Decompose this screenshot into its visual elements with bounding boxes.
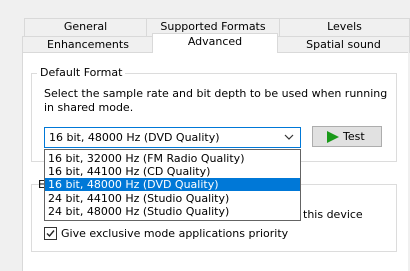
tab-levels[interactable]: Levels (279, 18, 410, 36)
default-format-selected-value: 16 bit, 48000 Hz (DVD Quality) (49, 131, 220, 144)
format-option-16bit-48000[interactable]: 16 bit, 48000 Hz (DVD Quality) (45, 178, 300, 191)
default-format-combobox[interactable]: 16 bit, 48000 Hz (DVD Quality) (44, 127, 301, 148)
default-format-description-line1: Select the sample rate and bit depth to … (44, 87, 388, 100)
format-option-16bit-44100[interactable]: 16 bit, 44100 Hz (CD Quality) (45, 165, 300, 178)
default-format-dropdown-list: 16 bit, 32000 Hz (FM Radio Quality) 16 b… (44, 149, 301, 221)
tab-general-label: General (63, 20, 108, 33)
tab-advanced-label: Advanced (187, 35, 243, 48)
tab-spatial-sound[interactable]: Spatial sound (277, 36, 410, 53)
sound-properties-page: General Supported Formats Levels Enhance… (0, 0, 410, 271)
tab-enhancements[interactable]: Enhancements (22, 36, 154, 53)
check-icon (46, 230, 55, 238)
format-option-24bit-44100[interactable]: 24 bit, 44100 Hz (Studio Quality) (45, 192, 300, 205)
default-format-description-line2: in shared mode. (44, 101, 134, 114)
exclusive-priority-checkbox[interactable] (44, 227, 57, 240)
test-button[interactable]: Test (312, 126, 382, 147)
test-button-label: Test (343, 130, 365, 143)
play-icon (327, 131, 339, 143)
format-option-16bit-32000[interactable]: 16 bit, 32000 Hz (FM Radio Quality) (45, 152, 300, 165)
exclusive-control-label-partial: this device (303, 208, 363, 221)
tab-enhancements-label: Enhancements (47, 38, 129, 51)
chevron-down-icon[interactable] (284, 132, 294, 142)
exclusive-priority-label[interactable]: Give exclusive mode applications priorit… (61, 226, 288, 241)
tab-advanced[interactable]: Advanced (152, 33, 278, 53)
default-format-title: Default Format (37, 67, 126, 79)
tab-general[interactable]: General (24, 18, 147, 36)
tab-spatial-sound-label: Spatial sound (306, 38, 381, 51)
tab-supported-formats-label: Supported Formats (160, 20, 266, 33)
tab-levels-label: Levels (327, 20, 362, 33)
format-option-24bit-48000[interactable]: 24 bit, 48000 Hz (Studio Quality) (45, 205, 300, 218)
